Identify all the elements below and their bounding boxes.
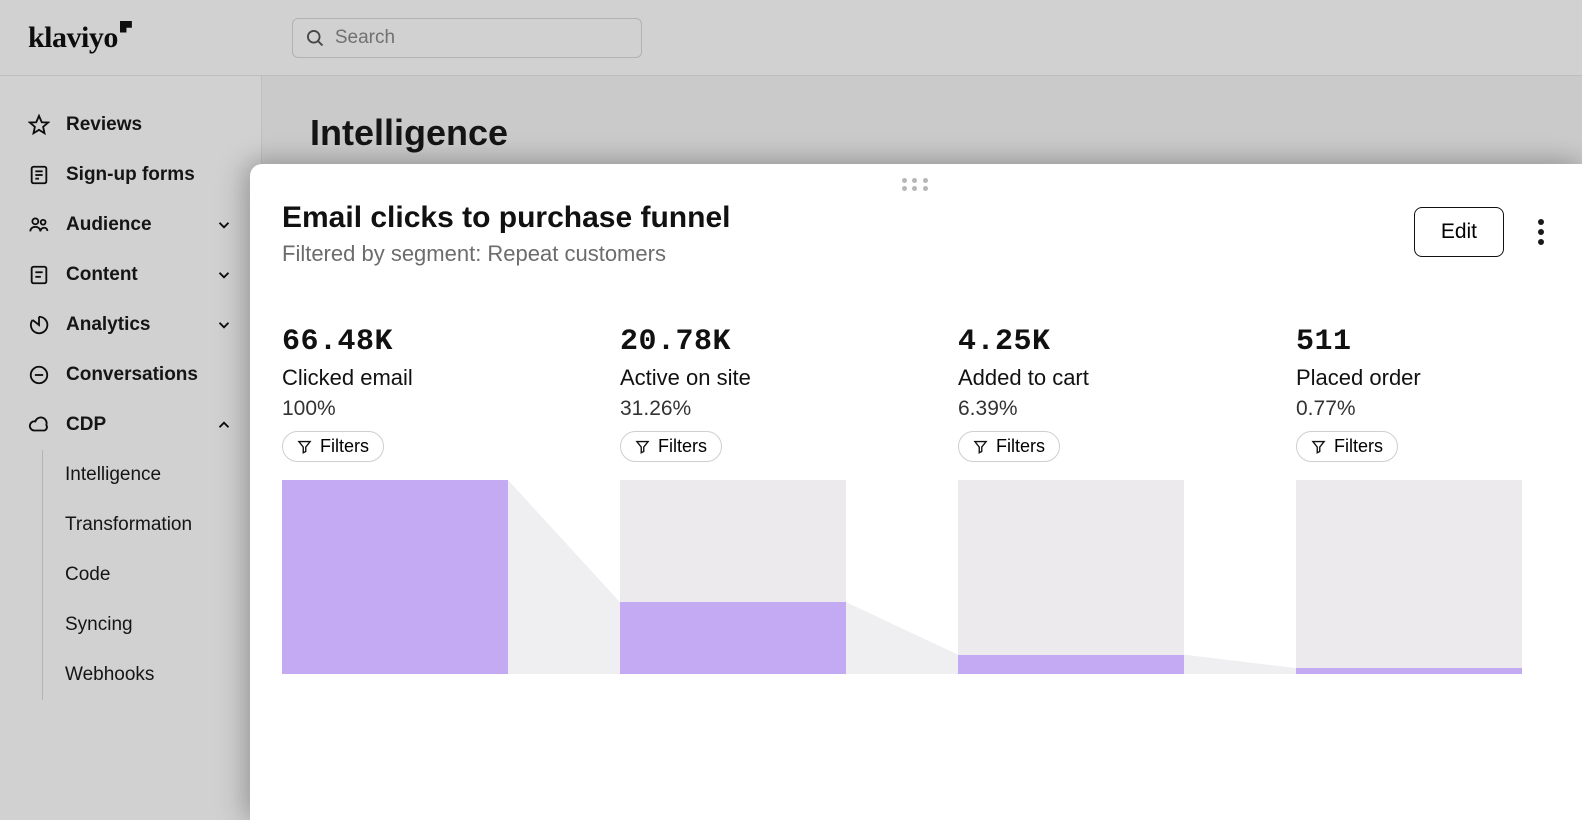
- funnel-step-label: Active on site: [620, 365, 846, 391]
- funnel-step-placed-order: 511 Placed order 0.77% Filters: [1296, 325, 1522, 674]
- funnel-bar-fill: [958, 655, 1184, 674]
- search-input-wrapper[interactable]: [292, 18, 642, 58]
- filter-icon: [973, 439, 988, 454]
- funnel-step-added-to-cart: 4.25K Added to cart 6.39% Filters: [958, 325, 1184, 674]
- analytics-icon: [28, 314, 50, 336]
- panel-title: Email clicks to purchase funnel: [282, 201, 1414, 235]
- search-input[interactable]: [335, 27, 629, 49]
- funnel-connector: [1184, 480, 1296, 674]
- cloud-icon: [28, 414, 50, 436]
- funnel-step-value: 20.78K: [620, 325, 846, 359]
- funnel-bar-bg: [958, 480, 1184, 674]
- sidebar-item-audience[interactable]: Audience: [0, 200, 261, 250]
- sidebar-subitem-code[interactable]: Code: [43, 550, 261, 600]
- funnel-step-label: Placed order: [1296, 365, 1522, 391]
- edit-button[interactable]: Edit: [1414, 207, 1504, 257]
- funnel-connector: [846, 480, 958, 674]
- sidebar-subitem-intelligence[interactable]: Intelligence: [43, 450, 261, 500]
- star-icon: [28, 114, 50, 136]
- search-icon: [305, 28, 325, 48]
- funnel-step-percent: 31.26%: [620, 397, 846, 421]
- page-title: Intelligence: [310, 112, 1534, 154]
- filters-button[interactable]: Filters: [958, 431, 1060, 462]
- chat-icon: [28, 364, 50, 386]
- chevron-down-icon: [215, 316, 233, 334]
- sidebar-item-content[interactable]: Content: [0, 250, 261, 300]
- filters-button[interactable]: Filters: [282, 431, 384, 462]
- funnel-bar-fill: [1296, 668, 1522, 674]
- sidebar: Reviews Sign-up forms Audience Content: [0, 76, 262, 820]
- filters-button[interactable]: Filters: [1296, 431, 1398, 462]
- sidebar-item-label: Conversations: [66, 364, 198, 386]
- funnel-bar-fill: [620, 602, 846, 674]
- funnel-step-value: 66.48K: [282, 325, 508, 359]
- filters-label: Filters: [1334, 436, 1383, 457]
- sidebar-item-label: Analytics: [66, 314, 150, 336]
- chevron-down-icon: [215, 216, 233, 234]
- funnel-step-percent: 6.39%: [958, 397, 1184, 421]
- sidebar-item-cdp[interactable]: CDP: [0, 400, 261, 450]
- drag-handle-icon[interactable]: [902, 178, 930, 191]
- sidebar-item-analytics[interactable]: Analytics: [0, 300, 261, 350]
- panel-subtitle: Filtered by segment: Repeat customers: [282, 241, 1414, 267]
- filters-label: Filters: [658, 436, 707, 457]
- sidebar-item-label: Sign-up forms: [66, 164, 195, 186]
- sidebar-item-label: Audience: [66, 214, 152, 236]
- filter-icon: [635, 439, 650, 454]
- sidebar-cdp-submenu: Intelligence Transformation Code Syncing…: [42, 450, 261, 700]
- funnel-step-value: 511: [1296, 325, 1522, 359]
- sidebar-subitem-syncing[interactable]: Syncing: [43, 600, 261, 650]
- filter-icon: [1311, 439, 1326, 454]
- funnel-bar-bg: [1296, 480, 1522, 674]
- filter-icon: [297, 439, 312, 454]
- form-icon: [28, 164, 50, 186]
- funnel-connector: [508, 480, 620, 674]
- brand-logo: klaviyo: [28, 21, 132, 55]
- funnel-step-percent: 100%: [282, 397, 508, 421]
- sidebar-item-label: Reviews: [66, 114, 142, 136]
- funnel-step-label: Added to cart: [958, 365, 1184, 391]
- top-bar: klaviyo: [0, 0, 1582, 76]
- sidebar-item-label: CDP: [66, 414, 106, 436]
- brand-text: klaviyo: [28, 21, 118, 54]
- funnel-bar-fill: [282, 480, 508, 674]
- more-menu-button[interactable]: [1532, 213, 1550, 251]
- funnel-chart: 66.48K Clicked email 100% Filters 20.78K…: [282, 325, 1550, 674]
- sidebar-item-conversations[interactable]: Conversations: [0, 350, 261, 400]
- filters-label: Filters: [320, 436, 369, 457]
- funnel-step-percent: 0.77%: [1296, 397, 1522, 421]
- funnel-step-value: 4.25K: [958, 325, 1184, 359]
- sidebar-item-label: Content: [66, 264, 138, 286]
- brand-flag-icon: [120, 21, 132, 33]
- content-icon: [28, 264, 50, 286]
- sidebar-subitem-webhooks[interactable]: Webhooks: [43, 650, 261, 700]
- sidebar-item-reviews[interactable]: Reviews: [0, 100, 261, 150]
- chevron-down-icon: [215, 266, 233, 284]
- funnel-step-label: Clicked email: [282, 365, 508, 391]
- filters-label: Filters: [996, 436, 1045, 457]
- funnel-panel: Email clicks to purchase funnel Filtered…: [250, 164, 1582, 820]
- filters-button[interactable]: Filters: [620, 431, 722, 462]
- sidebar-subitem-transformation[interactable]: Transformation: [43, 500, 261, 550]
- people-icon: [28, 214, 50, 236]
- funnel-step-clicked-email: 66.48K Clicked email 100% Filters: [282, 325, 508, 674]
- funnel-step-active-on-site: 20.78K Active on site 31.26% Filters: [620, 325, 846, 674]
- chevron-up-icon: [215, 416, 233, 434]
- sidebar-item-sign-up-forms[interactable]: Sign-up forms: [0, 150, 261, 200]
